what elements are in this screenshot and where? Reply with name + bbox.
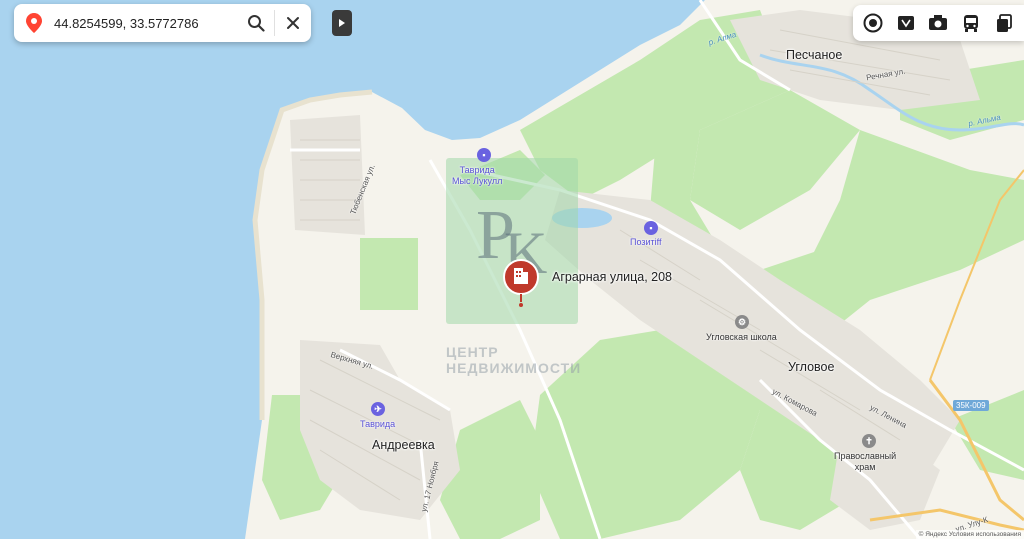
watermark-line2: НЕДВИЖИМОСТИ <box>446 360 582 376</box>
panorama-icon <box>897 16 914 30</box>
copy-button[interactable] <box>991 10 1017 36</box>
photos-button[interactable] <box>925 10 951 36</box>
search-button[interactable] <box>238 4 274 42</box>
layers-button[interactable] <box>860 10 886 36</box>
poi-label-school[interactable]: Угловская школа <box>706 332 777 343</box>
search-box[interactable]: 44.8254599, 33.5772786 <box>14 4 311 42</box>
search-icon <box>248 15 265 32</box>
expand-panel-button[interactable] <box>332 10 352 36</box>
play-arrow-icon <box>339 19 345 27</box>
location-pin-icon <box>14 4 54 42</box>
map-attribution[interactable]: © Яндекс Условия использования <box>915 530 1024 539</box>
place-marker-icon[interactable] <box>502 258 540 310</box>
settlement-label-andreevka: Андреевка <box>372 438 435 452</box>
transit-icon <box>964 15 979 32</box>
search-input[interactable]: 44.8254599, 33.5772786 <box>54 16 238 31</box>
poi-label-church[interactable]: Православный храм <box>834 451 896 473</box>
place-label[interactable]: Аграрная улица, 208 <box>552 270 672 284</box>
poi-label-tavrida-hotel[interactable]: Таврида Мыс Лукулл <box>452 165 502 187</box>
settlement-label-uglovoe: Угловое <box>788 360 835 374</box>
transit-button[interactable] <box>958 10 984 36</box>
poi-label-pozitiff[interactable]: Позитiff <box>630 237 662 248</box>
photo-camera-icon <box>929 15 948 30</box>
road-badge: 35К-009 <box>953 400 989 411</box>
hotel-icon[interactable]: ▪ <box>644 221 658 235</box>
airport-icon[interactable]: ✈ <box>371 402 385 416</box>
layers-icon <box>863 13 883 33</box>
hotel-icon[interactable]: ▪ <box>477 148 491 162</box>
clear-button[interactable] <box>275 4 311 42</box>
layers-toolbar <box>853 5 1024 41</box>
copy-icon <box>996 14 1012 32</box>
school-icon[interactable]: ⚙ <box>735 315 749 329</box>
watermark-line1: ЦЕНТР <box>446 344 499 360</box>
poi-label-tavrida-airport[interactable]: Таврида <box>360 419 395 430</box>
panorama-button[interactable] <box>893 10 919 36</box>
settlement-label-peschanoe: Песчаное <box>786 48 843 62</box>
close-icon <box>287 17 299 29</box>
church-icon[interactable]: ✝ <box>862 434 876 448</box>
